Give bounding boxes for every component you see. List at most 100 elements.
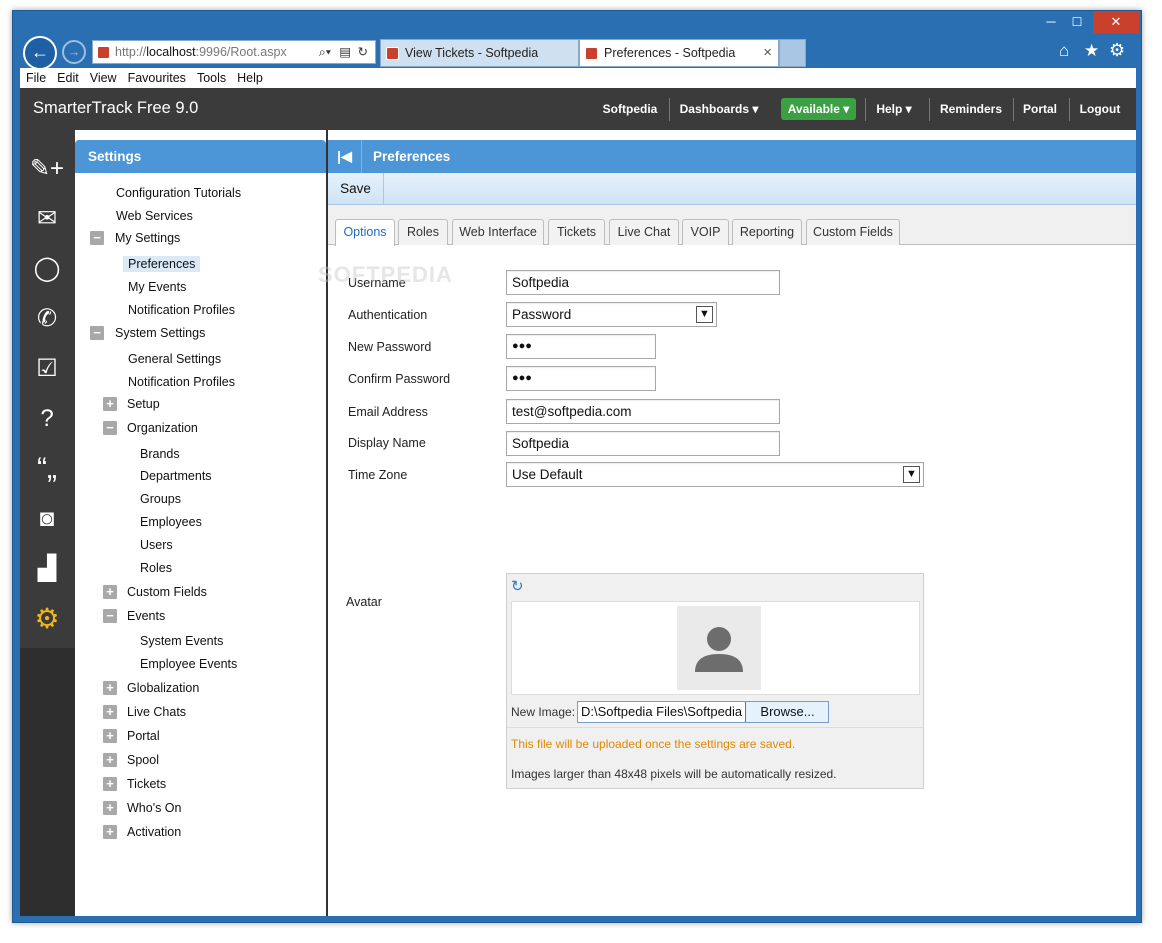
collapse-panel-icon[interactable]: |◀: [328, 140, 362, 173]
tree-whos-on[interactable]: Who's On: [127, 801, 182, 815]
tree-employees[interactable]: Employees: [140, 515, 202, 529]
refresh-avatar-icon[interactable]: ↻: [511, 577, 524, 595]
nav-logout[interactable]: Logout: [1076, 88, 1124, 130]
home-icon[interactable]: ⌂: [1059, 41, 1069, 61]
status-available-button[interactable]: Available ▾: [781, 98, 856, 120]
tree-my-events[interactable]: My Events: [128, 280, 186, 294]
menu-tools[interactable]: Tools: [191, 68, 231, 88]
favorites-star-icon[interactable]: ★: [1084, 41, 1099, 61]
browse-button[interactable]: Browse...: [745, 702, 828, 722]
close-tab-icon[interactable]: ×: [763, 40, 772, 66]
tree-system-events[interactable]: System Events: [140, 634, 223, 648]
tree-general-settings[interactable]: General Settings: [128, 352, 221, 366]
tree-portal[interactable]: Portal: [127, 729, 160, 743]
expand-icon[interactable]: +: [103, 681, 117, 695]
nav-dashboards[interactable]: Dashboards ▾: [676, 88, 762, 130]
tree-departments[interactable]: Departments: [140, 469, 212, 483]
tree-users[interactable]: Users: [140, 538, 173, 552]
expand-icon[interactable]: +: [103, 777, 117, 791]
tab-view-tickets[interactable]: View Tickets - Softpedia: [380, 39, 579, 67]
username-field[interactable]: Softpedia: [506, 270, 780, 295]
tree-system-settings[interactable]: System Settings: [115, 326, 205, 340]
nav-reminders[interactable]: Reminders: [936, 88, 1006, 130]
menu-view[interactable]: View: [84, 68, 122, 88]
tree-setup[interactable]: Setup: [127, 397, 160, 411]
menu-help[interactable]: Help: [231, 68, 268, 88]
tree-config-tutorials[interactable]: Configuration Tutorials: [116, 186, 241, 200]
tab-voip[interactable]: VOIP: [682, 219, 729, 245]
tree-organization[interactable]: Organization: [127, 421, 198, 435]
display-name-field[interactable]: Softpedia: [506, 431, 780, 456]
collapse-icon[interactable]: −: [103, 609, 117, 623]
tasks-checkbox-icon[interactable]: ☑: [27, 351, 67, 387]
chevron-down-icon[interactable]: ▼: [696, 306, 713, 323]
tab-custom-fields[interactable]: Custom Fields: [806, 219, 900, 245]
menu-file[interactable]: File: [20, 68, 51, 88]
new-password-field[interactable]: ●●●: [506, 334, 656, 359]
tree-activation[interactable]: Activation: [127, 825, 181, 839]
tab-tickets[interactable]: Tickets: [548, 219, 605, 245]
knowledge-base-icon[interactable]: ?: [27, 401, 67, 437]
refresh-icon[interactable]: ↻: [358, 41, 368, 63]
tree-employee-events[interactable]: Employee Events: [140, 657, 237, 671]
tab-live-chat[interactable]: Live Chat: [609, 219, 679, 245]
expand-icon[interactable]: +: [103, 801, 117, 815]
search-icon[interactable]: ⌕▾: [319, 41, 331, 63]
tab-options[interactable]: Options: [335, 219, 395, 246]
email-field[interactable]: test@softpedia.com: [506, 399, 780, 424]
forward-button[interactable]: →: [62, 40, 86, 64]
collapse-icon[interactable]: −: [90, 231, 104, 245]
tree-brands[interactable]: Brands: [140, 447, 180, 461]
tree-spool[interactable]: Spool: [127, 753, 159, 767]
tree-live-chats[interactable]: Live Chats: [127, 705, 186, 719]
expand-icon[interactable]: +: [103, 825, 117, 839]
tree-my-settings[interactable]: My Settings: [115, 231, 180, 245]
expand-icon[interactable]: +: [103, 729, 117, 743]
nav-portal[interactable]: Portal: [1020, 88, 1060, 130]
tree-custom-fields[interactable]: Custom Fields: [127, 585, 207, 599]
collapse-icon[interactable]: −: [90, 326, 104, 340]
tab-roles[interactable]: Roles: [398, 219, 448, 245]
tree-preferences[interactable]: Preferences: [123, 256, 201, 272]
tab-web-interface[interactable]: Web Interface: [452, 219, 544, 245]
tab-reporting[interactable]: Reporting: [732, 219, 802, 245]
tree-globalization[interactable]: Globalization: [127, 681, 199, 695]
expand-icon[interactable]: +: [103, 753, 117, 767]
new-tab-button[interactable]: [779, 39, 806, 67]
tab-preferences[interactable]: Preferences - Softpedia ×: [579, 39, 779, 67]
maximize-button[interactable]: ☐: [1067, 11, 1087, 33]
address-bar[interactable]: http://localhost:9996/Root.aspx ⌕▾ ▤ ↻: [92, 40, 376, 64]
menu-edit[interactable]: Edit: [51, 68, 84, 88]
nav-help[interactable]: Help ▾: [870, 88, 918, 130]
confirm-password-field[interactable]: ●●●: [506, 366, 656, 391]
minimize-button[interactable]: ─: [1041, 11, 1061, 33]
expand-icon[interactable]: +: [103, 585, 117, 599]
back-button[interactable]: ←: [23, 36, 57, 70]
settings-gear-icon[interactable]: ⚙: [27, 601, 67, 637]
quote-icon[interactable]: “„: [27, 451, 67, 487]
tickets-mail-icon[interactable]: ✉: [27, 201, 67, 237]
tree-tickets[interactable]: Tickets: [127, 777, 166, 791]
tree-groups[interactable]: Groups: [140, 492, 181, 506]
nav-softpedia[interactable]: Softpedia: [596, 88, 664, 130]
file-path-field[interactable]: D:\Softpedia Files\Softpedia: [581, 704, 745, 719]
expand-icon[interactable]: +: [103, 705, 117, 719]
menu-favourites[interactable]: Favourites: [122, 68, 191, 88]
chevron-down-icon[interactable]: ▼: [903, 466, 920, 483]
collapse-icon[interactable]: −: [103, 421, 117, 435]
tree-sys-notification-profiles[interactable]: Notification Profiles: [128, 375, 235, 389]
compat-view-icon[interactable]: ▤: [339, 41, 351, 63]
timezone-select[interactable]: Use Default ▼: [506, 462, 924, 487]
reports-bar-icon[interactable]: ▟: [27, 551, 67, 587]
rss-icon[interactable]: ◙: [27, 501, 67, 537]
tree-notification-profiles[interactable]: Notification Profiles: [128, 303, 235, 317]
save-button[interactable]: Save: [328, 173, 384, 205]
live-chat-icon[interactable]: ◯: [27, 251, 67, 287]
new-item-icon[interactable]: ✎+: [27, 151, 67, 187]
file-upload-control[interactable]: D:\Softpedia Files\Softpedia Browse...: [577, 701, 829, 723]
tree-roles[interactable]: Roles: [140, 561, 172, 575]
expand-icon[interactable]: +: [103, 397, 117, 411]
tree-events[interactable]: Events: [127, 609, 165, 623]
phone-icon[interactable]: ✆: [27, 301, 67, 337]
close-window-button[interactable]: ✕: [1093, 11, 1139, 33]
